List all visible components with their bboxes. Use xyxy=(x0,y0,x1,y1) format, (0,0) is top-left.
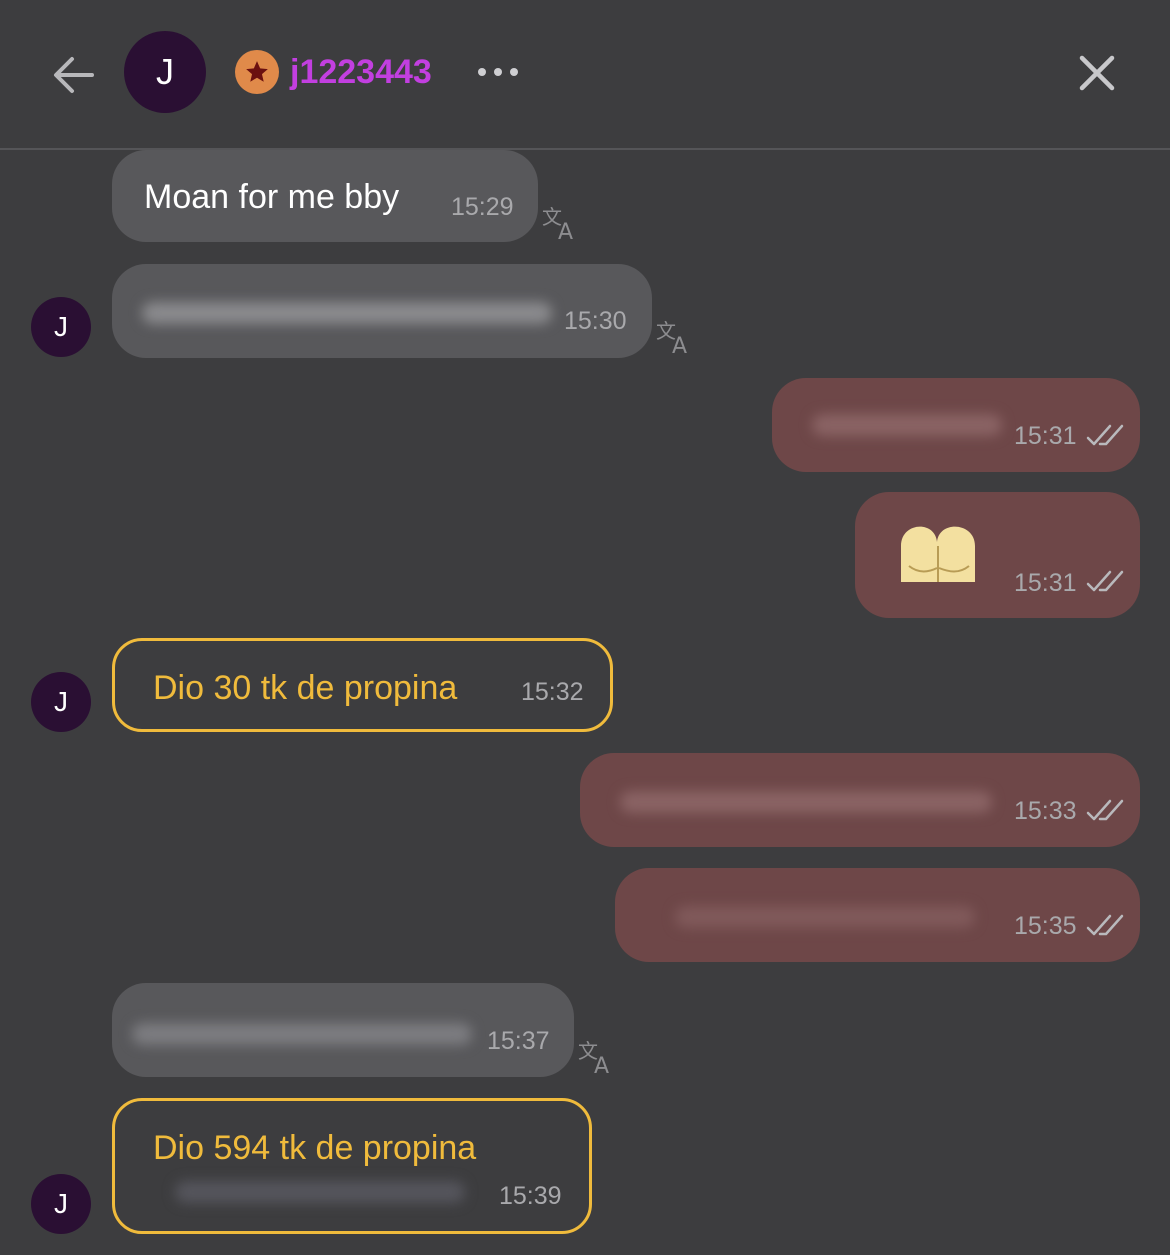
peach-bottom-emoji xyxy=(901,526,975,582)
sender-avatar[interactable]: J xyxy=(31,1174,91,1234)
redacted-text xyxy=(675,906,975,928)
read-ticks-icon xyxy=(1086,799,1124,821)
message-bubble-outgoing[interactable]: 15:33 xyxy=(580,753,1140,847)
back-button[interactable] xyxy=(48,50,100,100)
message-bubble-incoming[interactable]: Moan for me bby 15:29 xyxy=(112,150,538,242)
message-time: 15:39 xyxy=(499,1182,562,1210)
message-time: 15:35 xyxy=(1014,912,1077,940)
translate-icon[interactable]: 文 A xyxy=(540,204,580,242)
message-time: 15:32 xyxy=(521,678,584,706)
svg-text:A: A xyxy=(558,220,573,242)
sender-avatar[interactable]: J xyxy=(31,672,91,732)
translate-icon[interactable]: 文 A xyxy=(654,318,694,356)
message-time: 15:31 xyxy=(1014,422,1077,450)
redacted-text xyxy=(812,414,1002,436)
message-time: 15:30 xyxy=(564,307,627,335)
message-bubble-incoming[interactable]: 15:30 xyxy=(112,264,652,358)
tip-notification: Dio 30 tk de propina 15:32 xyxy=(112,638,613,732)
redacted-text xyxy=(175,1181,465,1203)
read-ticks-icon xyxy=(1086,914,1124,936)
message-text: Moan for me bby xyxy=(144,178,400,216)
message-bubble-outgoing[interactable]: 15:35 xyxy=(615,868,1140,962)
tip-text: Dio 30 tk de propina xyxy=(153,669,458,707)
message-time: 15:33 xyxy=(1014,797,1077,825)
more-dots-icon xyxy=(478,68,518,76)
redacted-text xyxy=(132,1023,472,1045)
close-button[interactable] xyxy=(1074,50,1120,96)
close-icon xyxy=(1079,55,1115,91)
svg-text:A: A xyxy=(672,334,687,356)
more-options-button[interactable] xyxy=(474,58,522,86)
redacted-text xyxy=(142,302,552,324)
chat-screen: J j1223443 Moan for me bby 15:29 文 A J 1… xyxy=(0,0,1170,1255)
back-arrow-icon xyxy=(54,57,94,93)
sender-avatar[interactable]: J xyxy=(31,297,91,357)
read-ticks-icon xyxy=(1086,570,1124,592)
tip-notification: Dio 594 tk de propina 15:39 xyxy=(112,1098,592,1234)
message-time: 15:31 xyxy=(1014,569,1077,597)
message-bubble-outgoing[interactable]: 15:31 xyxy=(772,378,1140,472)
chat-header: J j1223443 xyxy=(0,0,1170,150)
redacted-text xyxy=(620,791,992,813)
message-time: 15:37 xyxy=(487,1027,550,1055)
message-bubble-incoming[interactable]: 15:37 xyxy=(112,983,574,1077)
tip-text: Dio 594 tk de propina xyxy=(153,1129,477,1167)
contact-avatar[interactable]: J xyxy=(124,31,206,113)
star-badge-icon xyxy=(235,50,279,94)
read-ticks-icon xyxy=(1086,424,1124,446)
translate-icon[interactable]: 文 A xyxy=(576,1038,616,1076)
message-time: 15:29 xyxy=(451,193,514,221)
message-bubble-outgoing[interactable]: 15:31 xyxy=(855,492,1140,618)
contact-username[interactable]: j1223443 xyxy=(290,50,432,94)
svg-text:A: A xyxy=(594,1054,609,1076)
